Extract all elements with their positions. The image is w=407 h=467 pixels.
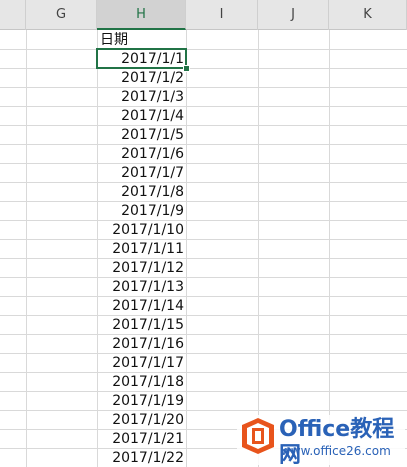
spreadsheet-area: G H I J K 日期 2017/1/1 2017/1/2 2017/1/3 201… [0, 0, 407, 467]
cell-date[interactable]: 2017/1/15 [97, 316, 186, 335]
grid-horizontal-line [0, 410, 407, 411]
cell-date[interactable]: 2017/1/10 [97, 221, 186, 240]
cell-date[interactable]: 2017/1/19 [97, 392, 186, 411]
grid-horizontal-line [0, 49, 407, 50]
cell-date[interactable]: 2017/1/16 [97, 335, 186, 354]
grid-horizontal-line [0, 372, 407, 373]
column-header-j[interactable]: J [258, 0, 329, 30]
grid-horizontal-line [0, 296, 407, 297]
grid-horizontal-line [0, 391, 407, 392]
grid-horizontal-line [0, 68, 407, 69]
grid-horizontal-line [0, 334, 407, 335]
fill-handle[interactable] [183, 65, 190, 72]
grid-horizontal-line [0, 144, 407, 145]
grid-vertical-line [186, 30, 187, 467]
column-header-i[interactable]: I [186, 0, 258, 30]
grid-horizontal-line [0, 277, 407, 278]
watermark: Office教程网 www.office26.com [237, 415, 405, 467]
cell-date[interactable]: 2017/1/4 [97, 107, 186, 126]
cell-date[interactable]: 2017/1/8 [97, 183, 186, 202]
cell-date[interactable]: 2017/1/13 [97, 278, 186, 297]
grid-horizontal-line [0, 87, 407, 88]
column-header-h[interactable]: H [97, 0, 186, 30]
cell-h-header[interactable]: 日期 [97, 31, 186, 50]
grid-horizontal-line [0, 220, 407, 221]
grid-horizontal-line [0, 353, 407, 354]
column-header-bar: G H I J K [0, 0, 407, 30]
grid-vertical-line [258, 30, 259, 467]
cell-date[interactable]: 2017/1/22 [97, 449, 186, 467]
cell-date[interactable]: 2017/1/17 [97, 354, 186, 373]
grid-horizontal-line [0, 106, 407, 107]
grid-vertical-line [329, 30, 330, 467]
cell-date[interactable]: 2017/1/20 [97, 411, 186, 430]
cell-date[interactable]: 2017/1/7 [97, 164, 186, 183]
grid-horizontal-line [0, 163, 407, 164]
grid-horizontal-line [0, 201, 407, 202]
grid-horizontal-line [0, 239, 407, 240]
column-header-k[interactable]: K [329, 0, 407, 30]
grid-horizontal-line [0, 258, 407, 259]
grid-vertical-line [26, 30, 27, 467]
cell-date[interactable]: 2017/1/9 [97, 202, 186, 221]
office-logo-icon [242, 418, 274, 454]
cell-date[interactable]: 2017/1/1 [97, 50, 186, 69]
cell-date[interactable]: 2017/1/14 [97, 297, 186, 316]
column-header-g[interactable]: G [26, 0, 97, 30]
watermark-title: Office教程网 [279, 417, 395, 467]
grid-horizontal-line [0, 315, 407, 316]
cell-date[interactable]: 2017/1/12 [97, 259, 186, 278]
grid-horizontal-line [0, 182, 407, 183]
cell-date[interactable]: 2017/1/2 [97, 69, 186, 88]
cell-date[interactable]: 2017/1/3 [97, 88, 186, 107]
cell-date[interactable]: 2017/1/11 [97, 240, 186, 259]
cell-date[interactable]: 2017/1/18 [97, 373, 186, 392]
watermark-url: www.office26.com [281, 444, 391, 458]
cell-date[interactable]: 2017/1/5 [97, 126, 186, 145]
cell-date[interactable]: 2017/1/21 [97, 430, 186, 449]
cell-date[interactable]: 2017/1/6 [97, 145, 186, 164]
column-header-partial[interactable] [0, 0, 26, 30]
grid-horizontal-line [0, 125, 407, 126]
